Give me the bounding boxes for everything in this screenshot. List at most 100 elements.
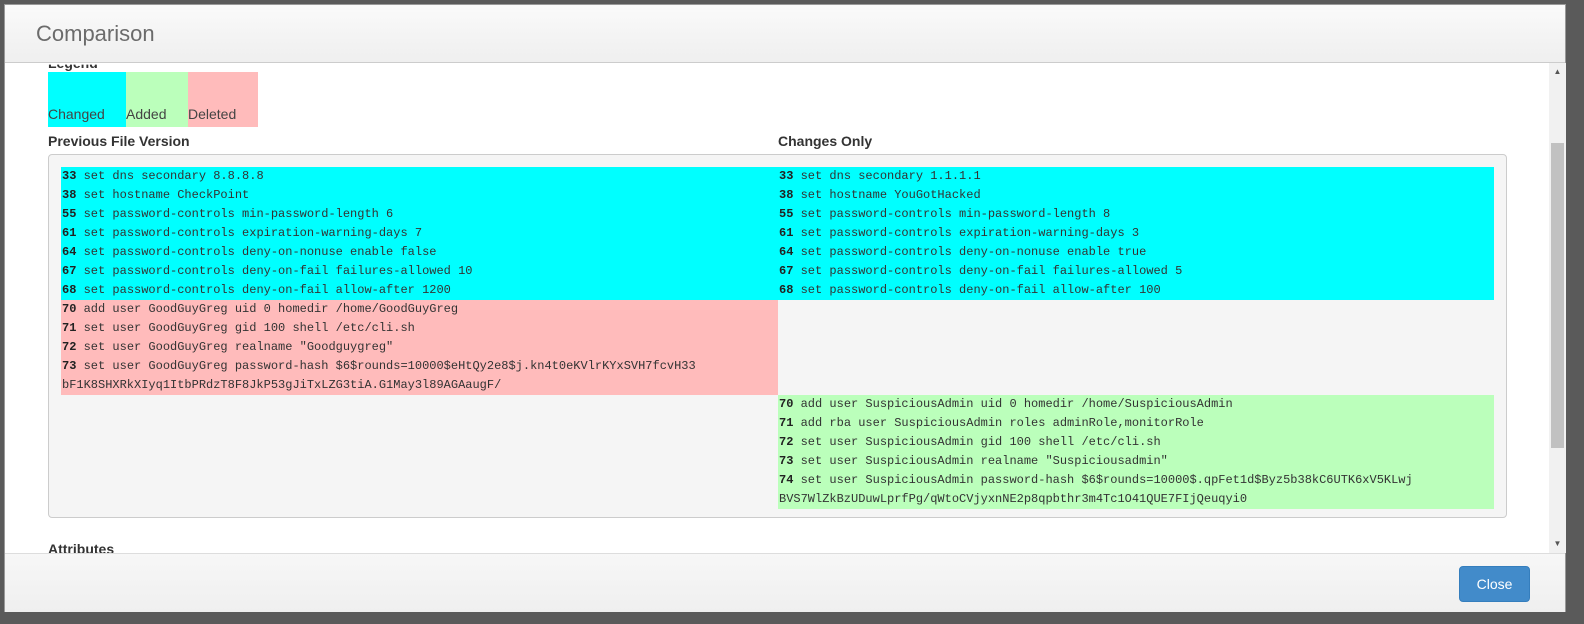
previous-deleted: 70 add user GoodGuyGreg uid 0 homedir /h… [61,300,778,395]
diff-line: 33 set dns secondary 1.1.1.1 [779,167,1494,186]
line-text: set password-controls deny-on-fail allow… [83,283,451,297]
line-text: set hostname YouGotHacked [800,188,981,202]
modal-footer: Close [5,553,1565,612]
legend: Changed Added Deleted [48,72,258,127]
line-text: set user SuspiciousAdmin password-hash $… [800,473,1413,487]
line-number: 61 [62,226,77,240]
line-text: add user GoodGuyGreg uid 0 homedir /home… [83,302,459,316]
diff-rows: 33 set dns secondary 8.8.8.8 38 set hostn… [61,167,1494,509]
legend-deleted: Deleted [188,72,258,127]
line-number: 70 [779,397,794,411]
diff-line: 64 set password-controls deny-on-nonuse … [62,243,778,262]
changes-only-heading: Changes Only [778,133,873,149]
line-number: 64 [62,245,77,259]
line-text: set password-controls expiration-warning… [83,226,423,240]
diff-line: 71 add rba user SuspiciousAdmin roles ad… [779,414,1494,433]
line-number: 38 [779,188,794,202]
new-changed: 33 set dns secondary 1.1.1.1 38 set hostn… [778,167,1494,300]
diff-line: 73 set user GoodGuyGreg password-hash $6… [62,357,778,376]
deleted-block: 70 add user GoodGuyGreg uid 0 homedir /h… [61,300,1494,395]
diff-line: 70 add user SuspiciousAdmin uid 0 homedi… [779,395,1494,414]
line-number: 73 [779,454,794,468]
line-text: set dns secondary 1.1.1.1 [800,169,981,183]
diff-line-continuation: bF1K8SHXRkXIyq1ItbPRdzT8F8JkP53gJiTxLZG3… [62,378,502,392]
line-text: set password-controls expiration-warning… [800,226,1140,240]
changed-block: 33 set dns secondary 8.8.8.8 38 set hostn… [61,167,1494,300]
legend-changed: Changed [48,72,126,127]
line-number: 71 [779,416,794,430]
line-text: set hostname CheckPoint [83,188,250,202]
line-text: set user SuspiciousAdmin realname "Suspi… [800,454,1168,468]
diff-line: 61 set password-controls expiration-warn… [62,224,778,243]
diff-line: 68 set password-controls deny-on-fail al… [62,281,778,300]
scrollbar-thumb[interactable] [1551,143,1564,448]
previous-file-version-heading: Previous File Version [48,133,190,149]
diff-line: 71 set user GoodGuyGreg gid 100 shell /e… [62,319,778,338]
line-number: 73 [62,359,77,373]
diff-line: 67 set password-controls deny-on-fail fa… [62,262,778,281]
modal-body: Legend Changed Added Deleted Previous Fi… [5,63,1549,553]
scroll-up-icon[interactable]: ▲ [1549,65,1566,79]
line-number: 67 [62,264,77,278]
legend-added: Added [126,72,188,127]
line-number: 38 [62,188,77,202]
line-text: set user SuspiciousAdmin gid 100 shell /… [800,435,1161,449]
close-button[interactable]: Close [1459,566,1530,602]
line-text: set dns secondary 8.8.8.8 [83,169,264,183]
diff-line: 74 set user SuspiciousAdmin password-has… [779,471,1494,490]
line-text: add rba user SuspiciousAdmin roles admin… [800,416,1204,430]
line-text: set user GoodGuyGreg password-hash $6$ro… [83,359,696,373]
line-text: set password-controls min-password-lengt… [800,207,1111,221]
added-block: 70 add user SuspiciousAdmin uid 0 homedi… [61,395,1494,509]
line-number: 33 [779,169,794,183]
diff-line: 33 set dns secondary 8.8.8.8 [62,167,778,186]
line-text: set password-controls min-password-lengt… [83,207,394,221]
diff-line: 61 set password-controls expiration-warn… [779,224,1494,243]
diff-panel: 33 set dns secondary 8.8.8.8 38 set hostn… [48,154,1507,518]
line-number: 55 [779,207,794,221]
diff-line: 73 set user SuspiciousAdmin realname "Su… [779,452,1494,471]
line-number: 72 [62,340,77,354]
scroll-down-icon[interactable]: ▼ [1549,537,1566,551]
line-number: 55 [62,207,77,221]
line-number: 71 [62,321,77,335]
line-number: 64 [779,245,794,259]
diff-line: 64 set password-controls deny-on-nonuse … [779,243,1494,262]
empty-cell [61,395,778,509]
diff-line: 55 set password-controls min-password-le… [62,205,778,224]
line-number: 68 [62,283,77,297]
diff-line: 38 set hostname CheckPoint [62,186,778,205]
line-number: 33 [62,169,77,183]
line-text: set password-controls deny-on-nonuse ena… [800,245,1147,259]
diff-line: 68 set password-controls deny-on-fail al… [779,281,1494,300]
line-number: 74 [779,473,794,487]
line-number: 68 [779,283,794,297]
line-text: set password-controls deny-on-fail failu… [800,264,1183,278]
line-number: 70 [62,302,77,316]
diff-line: 72 set user GoodGuyGreg realname "Goodgu… [62,338,778,357]
legend-heading: Legend [48,63,98,71]
diff-line: 72 set user SuspiciousAdmin gid 100 shel… [779,433,1494,452]
empty-cell [778,300,1494,395]
line-text: set user GoodGuyGreg gid 100 shell /etc/… [83,321,415,335]
line-number: 67 [779,264,794,278]
diff-line: 55 set password-controls min-password-le… [779,205,1494,224]
diff-line: 70 add user GoodGuyGreg uid 0 homedir /h… [62,300,778,319]
new-added: 70 add user SuspiciousAdmin uid 0 homedi… [778,395,1494,509]
line-text: set password-controls deny-on-fail failu… [83,264,473,278]
diff-line: 67 set password-controls deny-on-fail fa… [779,262,1494,281]
diff-line: 38 set hostname YouGotHacked [779,186,1494,205]
previous-changed: 33 set dns secondary 8.8.8.8 38 set hostn… [61,167,778,300]
attributes-heading: Attributes [48,541,115,553]
scrollbar[interactable]: ▲ ▼ [1549,63,1566,553]
diff-line-continuation: BVS7WlZkBzUDuwLprfPg/qWtoCVjyxnNE2p8qpbt… [779,492,1248,506]
line-number: 72 [779,435,794,449]
modal-header: Comparison [5,5,1565,63]
line-text: set user GoodGuyGreg realname "Goodguygr… [83,340,394,354]
line-text: set password-controls deny-on-nonuse ena… [83,245,437,259]
line-number: 61 [779,226,794,240]
line-text: add user SuspiciousAdmin uid 0 homedir /… [800,397,1233,411]
line-text: set password-controls deny-on-fail allow… [800,283,1161,297]
modal-title: Comparison [36,21,155,46]
comparison-modal: Comparison Legend Changed Added Deleted … [4,4,1566,612]
